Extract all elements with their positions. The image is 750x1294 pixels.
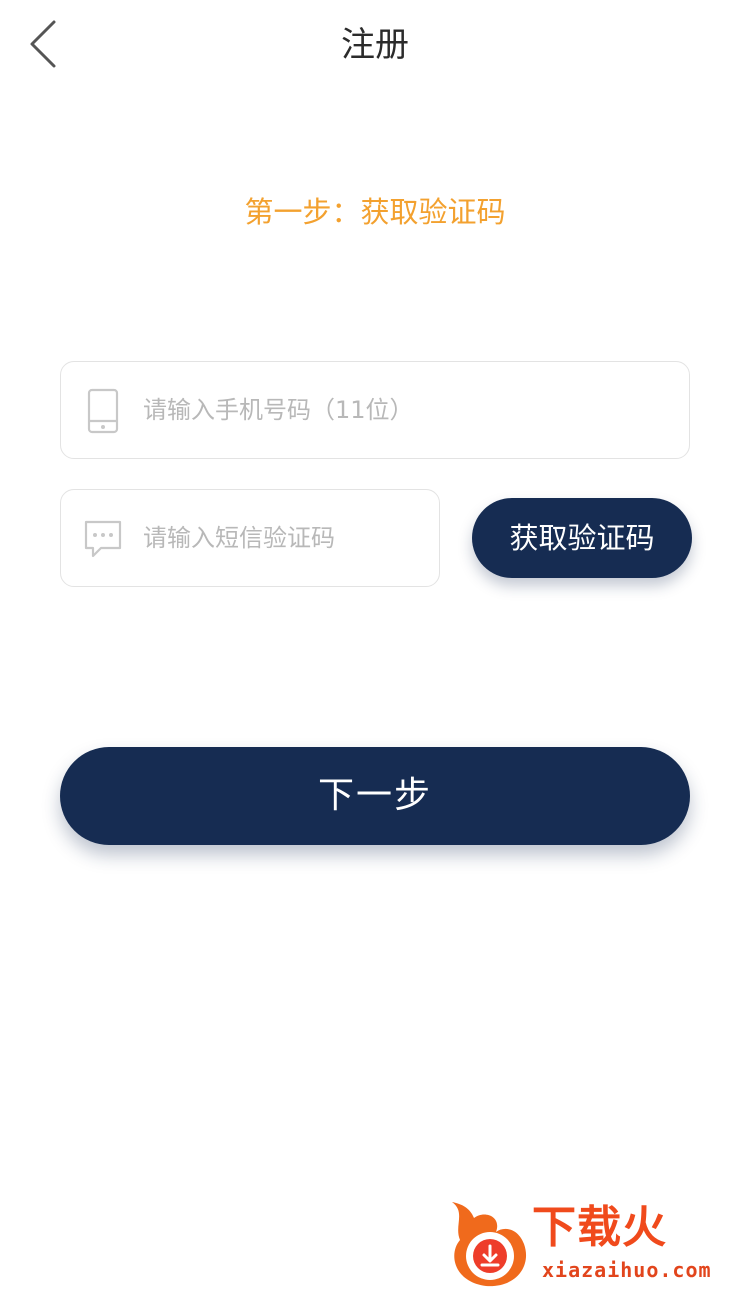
phone-input[interactable] xyxy=(143,362,663,458)
watermark-logo: 下载火 xiazaihuo.com xyxy=(444,1196,744,1290)
watermark-domain: xiazaihuo.com xyxy=(542,1258,712,1282)
message-icon xyxy=(84,520,122,558)
sms-code-field xyxy=(60,489,440,587)
watermark-brand: 下载火 xyxy=(532,1202,667,1253)
step-title: 第一步：获取验证码 xyxy=(244,195,506,229)
get-code-button[interactable]: 获取验证码 xyxy=(472,498,692,578)
phone-icon xyxy=(87,388,119,434)
sms-code-input[interactable] xyxy=(143,490,423,586)
flame-logo-icon xyxy=(452,1202,527,1287)
page-title: 注册 xyxy=(341,25,409,65)
navigation-bar: 注册 xyxy=(0,0,750,90)
next-step-button[interactable]: 下一步 xyxy=(60,747,690,845)
phone-field xyxy=(60,361,690,459)
